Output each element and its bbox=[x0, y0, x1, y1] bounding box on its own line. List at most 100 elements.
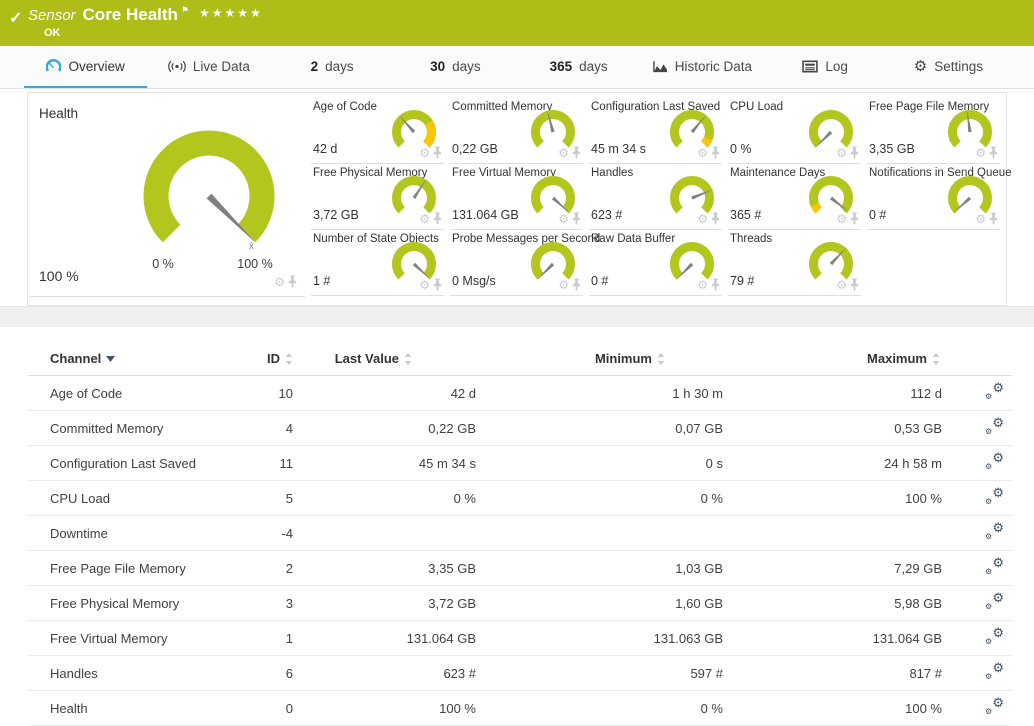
gear-icon[interactable]: ⚙ bbox=[975, 147, 986, 159]
column-header-maximum[interactable]: Maximum bbox=[725, 341, 944, 376]
gear-icon[interactable]: ⚙ bbox=[836, 279, 847, 291]
tab-label: days bbox=[325, 59, 354, 74]
column-header-channel[interactable]: Channel bbox=[28, 341, 250, 376]
channel-row-cpu-load[interactable]: CPU Load50 %0 %100 %⚙⚙ bbox=[28, 481, 1012, 516]
gear-icon[interactable]: ⚙ bbox=[274, 276, 285, 288]
gear-icon[interactable]: ⚙ bbox=[697, 279, 708, 291]
minimum-value bbox=[478, 516, 725, 551]
channel-settings-icon[interactable]: ⚙⚙ bbox=[985, 594, 1004, 609]
gauge-value: 0 % bbox=[730, 142, 752, 156]
channel-settings-icon[interactable]: ⚙⚙ bbox=[985, 489, 1004, 504]
gauge-tile-cpu-load: CPU Load0 %⚙ bbox=[728, 98, 861, 164]
pin-icon[interactable] bbox=[711, 212, 720, 225]
gauge-value: 3,72 GB bbox=[313, 208, 359, 222]
channel-settings-icon[interactable]: ⚙⚙ bbox=[985, 524, 1004, 539]
channel-row-free-physical-memory[interactable]: Free Physical Memory33,72 GB1,60 GB5,98 … bbox=[28, 586, 1012, 621]
gauge-value: 0 Msg/s bbox=[452, 274, 496, 288]
pin-icon[interactable] bbox=[989, 212, 998, 225]
pin-icon[interactable] bbox=[433, 212, 442, 225]
channel-row-handles[interactable]: Handles6623 #597 #817 #⚙⚙ bbox=[28, 656, 1012, 691]
tab-log[interactable]: Log bbox=[764, 46, 887, 88]
pin-icon[interactable] bbox=[572, 278, 581, 291]
channel-settings-cell: ⚙⚙ bbox=[944, 621, 1012, 656]
tab-30-days[interactable]: 30days bbox=[394, 46, 517, 88]
last-value: 0 % bbox=[295, 481, 478, 516]
gear-icon[interactable]: ⚙ bbox=[836, 147, 847, 159]
gear-icon[interactable]: ⚙ bbox=[558, 147, 569, 159]
gauge-label: Handles bbox=[591, 167, 633, 179]
tab-label: Settings bbox=[934, 59, 983, 74]
tab-label: Overview bbox=[68, 59, 124, 74]
pin-icon[interactable] bbox=[850, 212, 859, 225]
gear-icon[interactable]: ⚙ bbox=[558, 213, 569, 225]
health-tile-icons: ⚙ bbox=[274, 275, 297, 288]
tile-icons: ⚙ bbox=[836, 278, 859, 291]
pin-icon[interactable] bbox=[572, 146, 581, 159]
gauge-tile-threads: Threads79 #⚙ bbox=[728, 230, 861, 296]
gear-icon[interactable]: ⚙ bbox=[975, 213, 986, 225]
channel-name: Downtime bbox=[28, 516, 250, 551]
pin-icon[interactable] bbox=[989, 146, 998, 159]
channel-row-age-of-code[interactable]: Age of Code1042 d1 h 30 m112 d⚙⚙ bbox=[28, 376, 1012, 411]
channel-settings-cell: ⚙⚙ bbox=[944, 446, 1012, 481]
channel-row-free-page-file-memory[interactable]: Free Page File Memory23,35 GB1,03 GB7,29… bbox=[28, 551, 1012, 586]
pin-icon[interactable] bbox=[433, 278, 442, 291]
tab-overview[interactable]: Overview bbox=[24, 46, 147, 88]
tab-live-data[interactable]: Live Data bbox=[147, 46, 270, 88]
channel-settings-icon[interactable]: ⚙⚙ bbox=[985, 699, 1004, 714]
pin-icon[interactable] bbox=[711, 146, 720, 159]
gear-icon[interactable]: ⚙ bbox=[419, 279, 430, 291]
channel-row-downtime[interactable]: Downtime-4⚙⚙ bbox=[28, 516, 1012, 551]
gauge-tile-free-virtual-memory: Free Virtual Memory131.064 GB⚙ bbox=[450, 164, 583, 230]
channel-row-configuration-last-saved[interactable]: Configuration Last Saved1145 m 34 s0 s24… bbox=[28, 446, 1012, 481]
maximum-value: 5,98 GB bbox=[725, 586, 944, 621]
channel-settings-icon[interactable]: ⚙⚙ bbox=[985, 384, 1004, 399]
channel-row-committed-memory[interactable]: Committed Memory40,22 GB0,07 GB0,53 GB⚙⚙ bbox=[28, 411, 1012, 446]
channel-settings-icon[interactable]: ⚙⚙ bbox=[985, 629, 1004, 644]
tile-icons: ⚙ bbox=[836, 212, 859, 225]
maximum-value: 24 h 58 m bbox=[725, 446, 944, 481]
maximum-value: 100 % bbox=[725, 481, 944, 516]
channel-settings-icon[interactable]: ⚙⚙ bbox=[985, 664, 1004, 679]
channel-row-health[interactable]: Health0100 %0 %100 %⚙⚙ bbox=[28, 691, 1012, 726]
tile-icons: ⚙ bbox=[697, 278, 720, 291]
channel-settings-icon[interactable]: ⚙⚙ bbox=[985, 559, 1004, 574]
gauge-tile-configuration-last-saved: Configuration Last Saved45 m 34 s⚙ bbox=[589, 98, 722, 164]
channel-row-free-virtual-memory[interactable]: Free Virtual Memory1131.064 GB131.063 GB… bbox=[28, 621, 1012, 656]
tab-historic-data[interactable]: Historic Data bbox=[640, 46, 763, 88]
gear-icon[interactable]: ⚙ bbox=[419, 213, 430, 225]
pin-icon[interactable] bbox=[850, 146, 859, 159]
pin-icon[interactable] bbox=[572, 212, 581, 225]
sort-icon bbox=[932, 353, 940, 365]
gear-icon[interactable]: ⚙ bbox=[558, 279, 569, 291]
health-gauge-dial bbox=[129, 116, 289, 276]
channel-id: 1 bbox=[250, 621, 295, 656]
tab-2-days[interactable]: 2days bbox=[271, 46, 394, 88]
pin-icon[interactable] bbox=[711, 278, 720, 291]
priority-stars[interactable]: ★★★★★ bbox=[199, 4, 263, 20]
last-value: 131.064 GB bbox=[295, 621, 478, 656]
pin-icon[interactable] bbox=[288, 275, 297, 288]
column-header-minimum[interactable]: Minimum bbox=[478, 341, 725, 376]
gear-icon[interactable]: ⚙ bbox=[697, 213, 708, 225]
channel-settings-icon[interactable]: ⚙⚙ bbox=[985, 454, 1004, 469]
column-header-id[interactable]: ID bbox=[250, 341, 295, 376]
pin-icon[interactable] bbox=[433, 146, 442, 159]
gear-icon[interactable]: ⚙ bbox=[836, 213, 847, 225]
minimum-value: 597 # bbox=[478, 656, 725, 691]
gear-icon[interactable]: ⚙ bbox=[697, 147, 708, 159]
pin-icon[interactable] bbox=[850, 278, 859, 291]
gauge-label: Raw Data Buffer bbox=[591, 233, 675, 245]
flag-icon[interactable]: ⚑ bbox=[181, 4, 189, 16]
gear-icon[interactable]: ⚙ bbox=[419, 147, 430, 159]
gauge-value: 131.064 GB bbox=[452, 208, 519, 222]
tab-settings[interactable]: ⚙Settings bbox=[887, 46, 1010, 88]
minimum-value: 1,60 GB bbox=[478, 586, 725, 621]
tab-365-days[interactable]: 365days bbox=[517, 46, 640, 88]
minimum-value: 0 % bbox=[478, 481, 725, 516]
channel-id: 0 bbox=[250, 691, 295, 726]
channel-settings-icon[interactable]: ⚙⚙ bbox=[985, 419, 1004, 434]
tab-label: days bbox=[452, 59, 481, 74]
gauge-tile-committed-memory: Committed Memory0,22 GB⚙ bbox=[450, 98, 583, 164]
column-header-last-value[interactable]: Last Value bbox=[295, 341, 478, 376]
